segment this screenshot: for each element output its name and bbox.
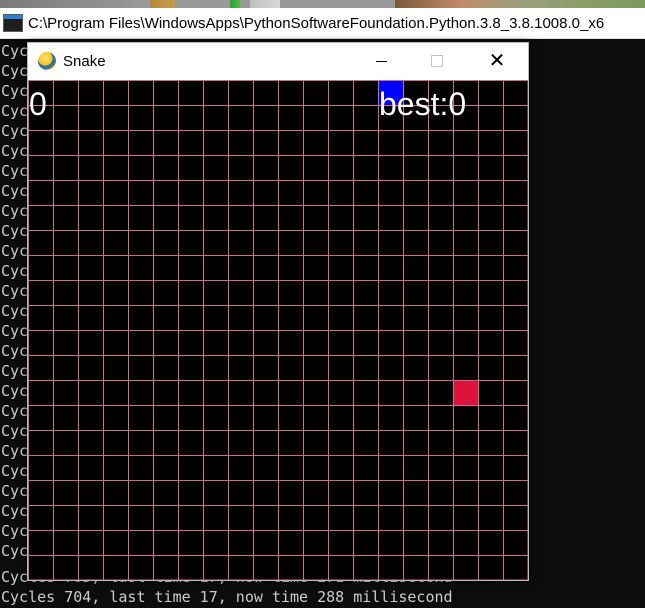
console-line: Cyc xyxy=(1,542,29,560)
console-line: Cyc xyxy=(1,482,29,500)
console-line: Cyc xyxy=(1,322,29,340)
console-line: Cyc xyxy=(1,362,29,380)
snake-titlebar[interactable]: Snake ✕ xyxy=(28,43,528,79)
game-grid xyxy=(28,80,528,580)
console-line: Cyc xyxy=(1,122,29,140)
console-line: Cyc xyxy=(1,302,29,320)
minimize-icon xyxy=(375,60,387,62)
food-cell xyxy=(454,381,478,405)
console-line: Cyc xyxy=(1,82,29,100)
snake-window-title: Snake xyxy=(63,52,106,70)
console-line: Cyc xyxy=(1,422,29,440)
console-line: Cyc xyxy=(1,242,29,260)
score-label: 0 xyxy=(29,86,47,122)
console-line: Cyc xyxy=(1,282,29,300)
console-icon xyxy=(3,14,23,32)
best-score-label: best:0 xyxy=(379,86,467,122)
console-titlebar[interactable]: C:\Program Files\WindowsApps\PythonSoftw… xyxy=(0,8,645,39)
console-line: Cyc xyxy=(1,382,29,400)
close-icon: ✕ xyxy=(488,50,506,72)
console-line: Cyc xyxy=(1,442,29,460)
maximize-icon xyxy=(431,55,443,67)
snake-window[interactable]: Snake ✕ 0 best:0 xyxy=(27,42,529,581)
console-line: Cyc xyxy=(1,62,29,80)
console-line: Cyc xyxy=(1,142,29,160)
console-line: Cyc xyxy=(1,42,29,60)
maximize-button[interactable] xyxy=(414,43,460,79)
console-title: C:\Program Files\WindowsApps\PythonSoftw… xyxy=(28,14,605,32)
console-line: Cyc xyxy=(1,502,29,520)
python-icon xyxy=(38,52,56,70)
console-line-last: Cycles 704, last time 17, now time 288 m… xyxy=(1,588,453,606)
close-button[interactable]: ✕ xyxy=(474,43,520,79)
console-line: Cyc xyxy=(1,402,29,420)
console-line: Cyc xyxy=(1,182,29,200)
taskbar-strip xyxy=(0,0,645,8)
console-line: Cyc xyxy=(1,262,29,280)
console-line: Cyc xyxy=(1,342,29,360)
minimize-button[interactable] xyxy=(358,43,404,79)
game-board[interactable]: 0 best:0 xyxy=(28,80,528,580)
console-line: Cyc xyxy=(1,102,29,120)
console-line: Cyc xyxy=(1,162,29,180)
console-line: Cyc xyxy=(1,222,29,240)
console-line: Cyc xyxy=(1,462,29,480)
console-line: Cyc xyxy=(1,202,29,220)
console-line: Cyc xyxy=(1,522,29,540)
